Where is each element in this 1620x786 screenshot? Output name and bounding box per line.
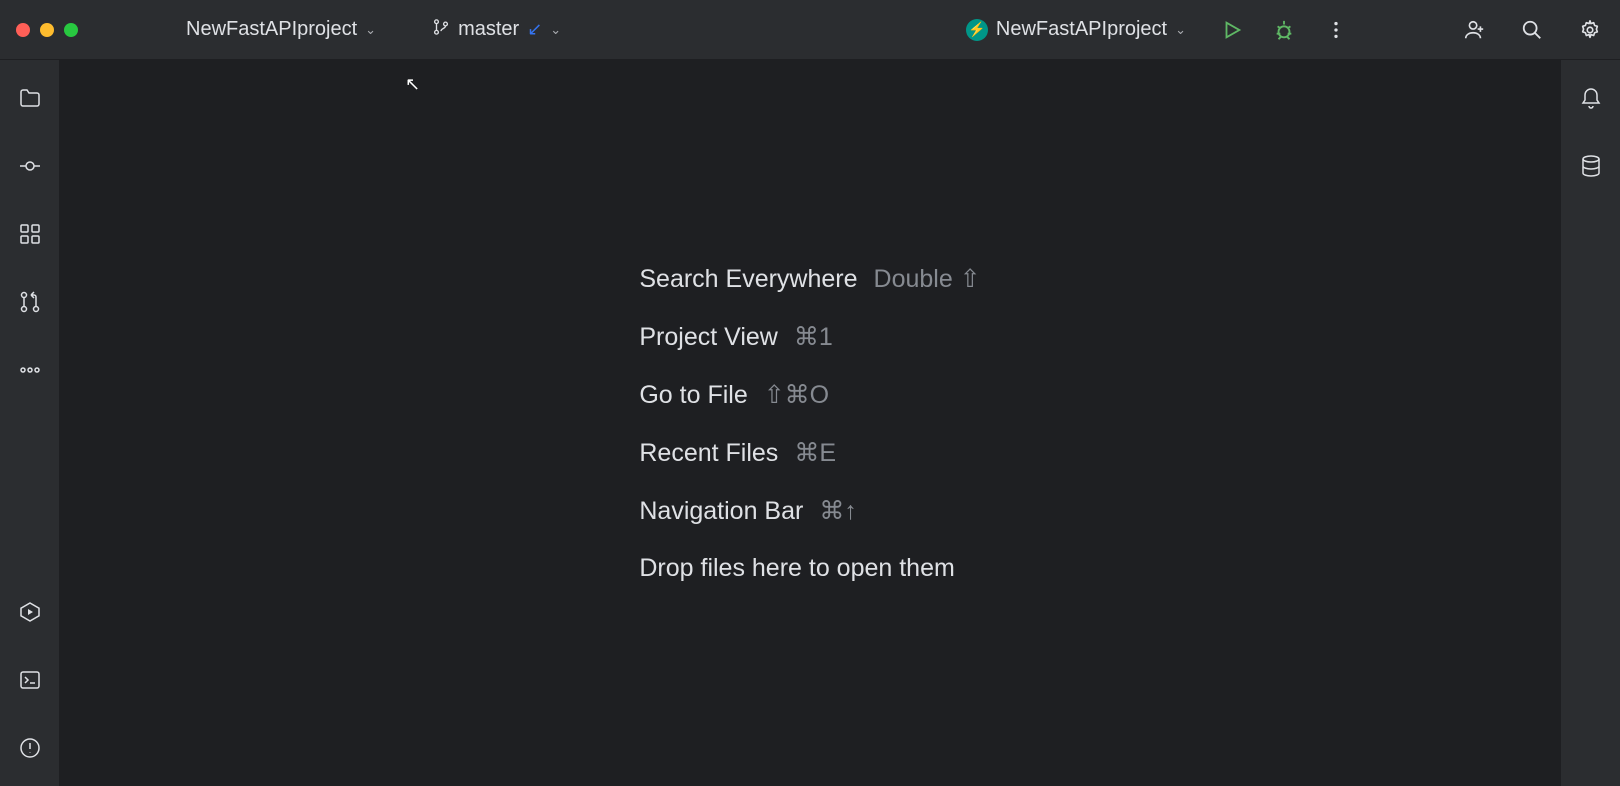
left-toolbar [0, 60, 60, 786]
code-with-me-button[interactable] [1460, 16, 1488, 44]
settings-button[interactable] [1576, 16, 1604, 44]
hint-go-to-file[interactable]: Go to File ⇧⌘O [639, 380, 980, 410]
structure-tool-button[interactable] [16, 220, 44, 248]
incoming-changes-icon: ↙ [527, 19, 542, 40]
project-tool-button[interactable] [16, 84, 44, 112]
hint-shortcut: ⇧⌘O [764, 380, 829, 410]
hint-label: Navigation Bar [639, 497, 803, 526]
cursor-icon: ↖ [405, 74, 420, 95]
problems-tool-button[interactable] [16, 734, 44, 762]
commit-tool-button[interactable] [16, 152, 44, 180]
run-actions [1218, 16, 1350, 44]
hint-recent-files[interactable]: Recent Files ⌘E [639, 438, 980, 468]
chevron-down-icon: ⌄ [1175, 22, 1186, 38]
hint-shortcut: ⌘↑ [819, 496, 857, 526]
maximize-window-button[interactable] [64, 23, 78, 37]
debug-button[interactable] [1270, 16, 1298, 44]
minimize-window-button[interactable] [40, 23, 54, 37]
titlebar-right [1460, 16, 1604, 44]
empty-state: Search Everywhere Double ⇧ Project View … [639, 264, 980, 583]
editor-area[interactable]: ↖ Search Everywhere Double ⇧ Project Vie… [60, 60, 1560, 786]
branch-name: master [458, 18, 519, 41]
more-tools-button[interactable] [16, 356, 44, 384]
hint-search-everywhere[interactable]: Search Everywhere Double ⇧ [639, 264, 980, 294]
drop-hint: Drop files here to open them [639, 554, 980, 583]
window-controls [16, 23, 78, 37]
more-actions-button[interactable] [1322, 16, 1350, 44]
fastapi-icon: ⚡ [966, 19, 988, 41]
hint-shortcut: ⌘1 [794, 322, 833, 352]
hint-label: Search Everywhere [639, 265, 857, 294]
run-button[interactable] [1218, 16, 1246, 44]
run-config-selector[interactable]: ⚡ NewFastAPIproject ⌄ [958, 14, 1194, 45]
titlebar: NewFastAPIproject ⌄ master ↙ ⌄ ⚡ NewFast… [0, 0, 1620, 60]
run-config-name: NewFastAPIproject [996, 18, 1167, 41]
hint-navigation-bar[interactable]: Navigation Bar ⌘↑ [639, 496, 980, 526]
chevron-down-icon: ⌄ [365, 22, 376, 38]
pull-requests-tool-button[interactable] [16, 288, 44, 316]
database-tool-button[interactable] [1577, 152, 1605, 180]
hint-label: Recent Files [639, 439, 778, 468]
chevron-down-icon: ⌄ [550, 22, 561, 38]
hint-label: Go to File [639, 381, 747, 410]
branch-selector[interactable]: master ↙ ⌄ [424, 14, 569, 46]
notifications-tool-button[interactable] [1577, 84, 1605, 112]
hint-label: Project View [639, 323, 778, 352]
project-selector[interactable]: NewFastAPIproject ⌄ [178, 14, 384, 45]
close-window-button[interactable] [16, 23, 30, 37]
services-tool-button[interactable] [16, 598, 44, 626]
hint-shortcut: Double ⇧ [874, 264, 981, 294]
right-toolbar [1560, 60, 1620, 786]
hint-project-view[interactable]: Project View ⌘1 [639, 322, 980, 352]
project-name: NewFastAPIproject [186, 18, 357, 41]
branch-icon [432, 18, 450, 42]
search-button[interactable] [1518, 16, 1546, 44]
terminal-tool-button[interactable] [16, 666, 44, 694]
hint-shortcut: ⌘E [794, 438, 836, 468]
